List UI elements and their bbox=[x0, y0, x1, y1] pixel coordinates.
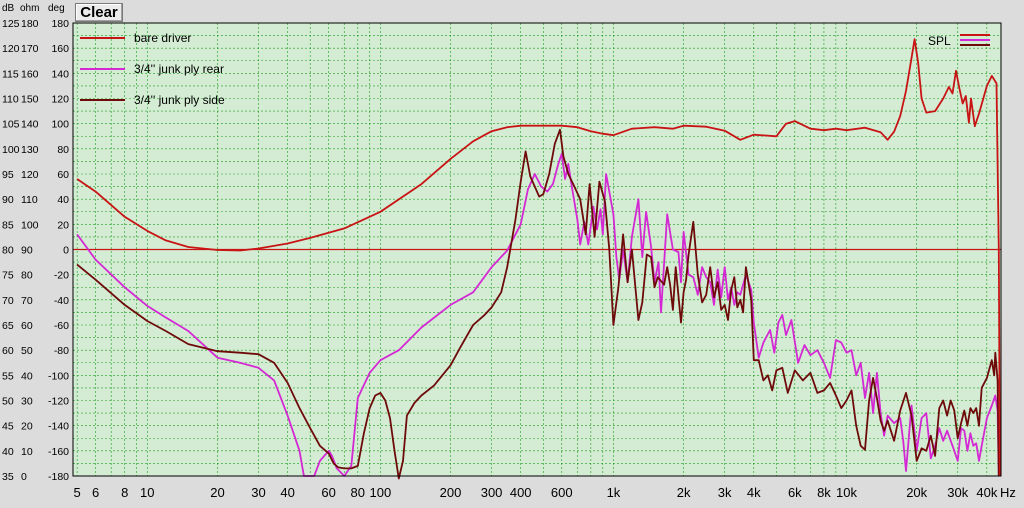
y-tick-db: 105 bbox=[2, 119, 20, 131]
y-tick-ohm: 150 bbox=[21, 94, 39, 106]
y-tick-db: 45 bbox=[2, 421, 14, 433]
y-tick-deg: 180 bbox=[51, 18, 69, 30]
y-tick-ohm: 100 bbox=[21, 219, 39, 231]
y-tick-db: 90 bbox=[2, 194, 14, 206]
x-tick-label: 6k bbox=[788, 485, 802, 500]
y-tick-deg: 140 bbox=[51, 68, 69, 80]
y-tick-db: 80 bbox=[2, 245, 14, 257]
y-tick-ohm: 20 bbox=[21, 421, 33, 433]
x-tick-label: 40 bbox=[280, 485, 294, 500]
x-tick-label: 10k bbox=[836, 485, 857, 500]
x-tick-label: 40k bbox=[976, 485, 997, 500]
x-tick-label: 100 bbox=[370, 485, 392, 500]
x-tick-label: 4k bbox=[747, 485, 761, 500]
x-tick-label: 8 bbox=[121, 485, 128, 500]
y-tick-db: 95 bbox=[2, 169, 14, 181]
y-tick-deg: 20 bbox=[57, 219, 69, 231]
x-tick-label: 30k bbox=[947, 485, 968, 500]
y-tick-deg: -180 bbox=[48, 471, 69, 483]
x-tick-label: 300 bbox=[481, 485, 503, 500]
db-axis-header: dB bbox=[2, 3, 15, 14]
y-tick-db: 125 bbox=[2, 18, 20, 30]
y-tick-db: 70 bbox=[2, 295, 14, 307]
y-tick-ohm: 50 bbox=[21, 345, 33, 357]
y-tick-ohm: 40 bbox=[21, 370, 33, 382]
deg-axis-header: deg bbox=[48, 3, 65, 14]
y-tick-db: 85 bbox=[2, 219, 14, 231]
y-tick-db: 120 bbox=[2, 43, 20, 55]
x-tick-label: 20 bbox=[210, 485, 224, 500]
y-tick-db: 110 bbox=[2, 94, 19, 106]
y-tick-deg: 120 bbox=[51, 94, 69, 106]
x-tick-label: 6 bbox=[92, 485, 99, 500]
x-tick-label: 60 bbox=[321, 485, 335, 500]
x-tick-label: 3k bbox=[718, 485, 732, 500]
y-tick-ohm: 110 bbox=[21, 194, 38, 206]
x-tick-label: 600 bbox=[551, 485, 573, 500]
y-tick-deg: 0 bbox=[63, 245, 69, 257]
x-tick-label: 400 bbox=[510, 485, 532, 500]
x-tick-label: 1k bbox=[607, 485, 621, 500]
x-tick-label: 200 bbox=[440, 485, 462, 500]
y-tick-ohm: 90 bbox=[21, 245, 33, 257]
x-tick-label: 2k bbox=[677, 485, 691, 500]
clear-button[interactable]: Clear bbox=[75, 3, 123, 22]
x-tick-label: 30 bbox=[251, 485, 265, 500]
y-tick-ohm: 0 bbox=[21, 471, 27, 483]
y-tick-db: 75 bbox=[2, 270, 14, 282]
x-tick-label: 20k bbox=[906, 485, 927, 500]
legend-label: 3/4'' junk ply rear bbox=[134, 62, 224, 76]
y-tick-db: 35 bbox=[2, 471, 14, 483]
y-tick-deg: -80 bbox=[54, 345, 69, 357]
legend-label: 3/4'' junk ply side bbox=[134, 93, 225, 107]
y-tick-db: 115 bbox=[2, 68, 19, 80]
y-tick-ohm: 80 bbox=[21, 270, 33, 282]
y-tick-deg: 160 bbox=[51, 43, 69, 55]
y-tick-deg: -120 bbox=[48, 396, 69, 408]
x-axis-labels: 5 6 8 10 20 30 40 60 80 100 200 300 400 600 1k 2k 3k 4k 6k… bbox=[74, 485, 1016, 500]
y-tick-db: 55 bbox=[2, 370, 14, 382]
y-tick-ohm: 10 bbox=[21, 446, 33, 458]
x-tick-label: 80 bbox=[351, 485, 365, 500]
y-axis-labels: 125 180 180120 170 160115 160 140110 150 120105 1… bbox=[2, 18, 69, 483]
y-tick-deg: 100 bbox=[51, 119, 69, 131]
y-tick-ohm: 60 bbox=[21, 320, 33, 332]
y-tick-db: 100 bbox=[2, 144, 20, 156]
x-axis-unit: Hz bbox=[1000, 485, 1016, 500]
y-tick-deg: -100 bbox=[48, 370, 69, 382]
legend-spl-label: SPL bbox=[928, 34, 951, 48]
y-tick-deg: -140 bbox=[48, 421, 69, 433]
y-tick-ohm: 180 bbox=[21, 18, 39, 30]
y-tick-db: 40 bbox=[2, 446, 14, 458]
y-tick-db: 60 bbox=[2, 345, 14, 357]
ohm-axis-header: ohm bbox=[20, 3, 40, 14]
y-tick-ohm: 160 bbox=[21, 68, 39, 80]
y-tick-ohm: 30 bbox=[21, 396, 33, 408]
y-tick-ohm: 170 bbox=[21, 43, 39, 55]
y-tick-deg: 60 bbox=[57, 169, 69, 181]
y-tick-deg: -60 bbox=[54, 320, 69, 332]
y-tick-db: 65 bbox=[2, 320, 14, 332]
y-tick-ohm: 130 bbox=[21, 144, 39, 156]
y-tick-deg: -160 bbox=[48, 446, 69, 458]
y-tick-db: 50 bbox=[2, 396, 14, 408]
x-tick-label: 8k bbox=[817, 485, 831, 500]
y-tick-deg: -40 bbox=[54, 295, 69, 307]
y-tick-ohm: 140 bbox=[21, 119, 39, 131]
y-tick-deg: 40 bbox=[57, 194, 69, 206]
y-tick-ohm: 120 bbox=[21, 169, 39, 181]
legend-label: bare driver bbox=[134, 31, 191, 45]
x-tick-label: 10 bbox=[140, 485, 154, 500]
y-tick-deg: 80 bbox=[57, 144, 69, 156]
y-tick-deg: -20 bbox=[54, 270, 69, 282]
chart: 125 180 180120 170 160115 160 140110 150 120105 1… bbox=[2, 18, 1016, 500]
y-tick-ohm: 70 bbox=[21, 295, 33, 307]
x-tick-label: 5 bbox=[74, 485, 81, 500]
